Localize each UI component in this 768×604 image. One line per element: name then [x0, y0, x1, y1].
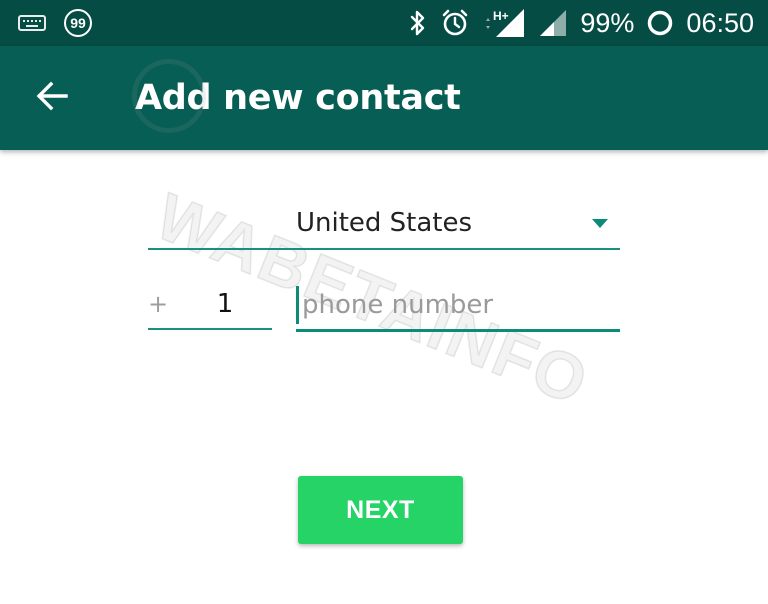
next-button-label: NEXT [346, 495, 415, 524]
app-bar: Add new contact [0, 46, 768, 150]
page-title: Add new contact [135, 78, 461, 118]
phone-number-input[interactable] [296, 282, 626, 328]
keyboard-icon [18, 15, 46, 31]
alarm-icon [440, 8, 470, 38]
status-bar-right: H+ 99% 06:50 [408, 6, 754, 40]
plus-prefix: + [148, 290, 169, 318]
signal-h-plus-icon: H+ [482, 7, 526, 39]
arrow-left-icon [35, 81, 69, 115]
notification-count-icon: 99 [64, 9, 92, 37]
status-bar-left: 99 [18, 7, 92, 39]
back-button[interactable] [24, 74, 80, 122]
country-code-field[interactable]: + 1 [148, 282, 272, 330]
screen: 99 H+ 99% 06:50 Add new contact WABETAIN… [0, 0, 768, 604]
country-code-value: 1 [216, 289, 234, 319]
network-label: H+ [493, 9, 509, 23]
country-selected-value: United States [295, 208, 473, 238]
notification-count: 99 [70, 15, 86, 31]
status-bar: 99 H+ 99% 06:50 [0, 0, 768, 46]
country-dropdown[interactable]: United States [148, 198, 620, 250]
bluetooth-icon [408, 8, 428, 38]
signal-icon [538, 8, 568, 38]
dropdown-arrow-icon [592, 219, 608, 228]
phone-number-field [296, 282, 626, 332]
battery-percent: 99% [580, 8, 635, 38]
next-button[interactable]: NEXT [298, 476, 463, 544]
battery-ring-icon [646, 9, 674, 37]
clock: 06:50 [686, 8, 754, 38]
